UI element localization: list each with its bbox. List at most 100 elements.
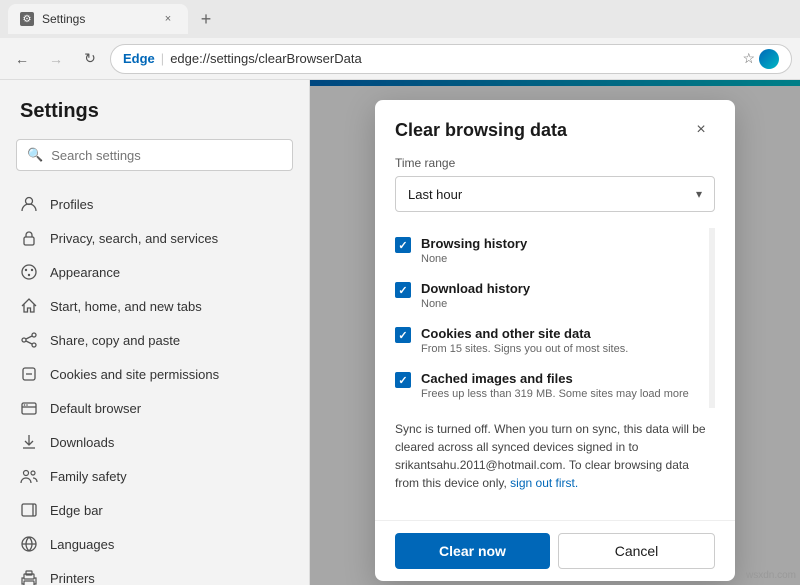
cookies-sub: From 15 sites. Signs you out of most sit… xyxy=(421,343,703,355)
modal-close-button[interactable]: × xyxy=(687,116,715,144)
cached-sub: Frees up less than 319 MB. Some sites ma… xyxy=(421,388,703,400)
download-history-item: ✓ Download history None xyxy=(395,273,703,318)
star-icon[interactable]: ☆ xyxy=(742,50,755,67)
refresh-button[interactable]: ↻ xyxy=(76,45,104,73)
palette-icon xyxy=(20,263,38,281)
address-text: edge://settings/clearBrowserData xyxy=(170,51,736,66)
checkbox-scroll-area: ✓ Browsing history None ✓ xyxy=(395,228,715,408)
address-bar[interactable]: Edge | edge://settings/clearBrowserData … xyxy=(110,44,792,74)
settings-tab[interactable]: ⚙ Settings × xyxy=(8,4,188,34)
search-input[interactable] xyxy=(51,148,282,163)
tab-close-button[interactable]: × xyxy=(160,11,176,27)
cookies-item: ✓ Cookies and other site data From 15 si… xyxy=(395,318,703,363)
tab-title: Settings xyxy=(42,12,152,26)
sidebar-item-label-browser: Default browser xyxy=(50,401,289,416)
lock-icon xyxy=(20,229,38,247)
browser-chrome: ⚙ Settings × + ← → ↻ Edge | edge://setti… xyxy=(0,0,800,80)
cached-item: ✓ Cached images and files Frees up less … xyxy=(395,363,703,408)
cached-checkbox[interactable]: ✓ xyxy=(395,372,411,388)
download-icon xyxy=(20,433,38,451)
clear-browsing-data-modal: Clear browsing data × Time range Last ho… xyxy=(375,100,735,581)
sidebar: Settings 🔍 Profiles Privacy, search, and… xyxy=(0,80,310,585)
sidebar-item-start-home[interactable]: Start, home, and new tabs xyxy=(0,289,309,323)
sidebar-item-label-appearance: Appearance xyxy=(50,265,289,280)
download-history-sub: None xyxy=(421,298,703,310)
address-right-icons: ☆ xyxy=(742,49,779,69)
download-history-checkbox[interactable]: ✓ xyxy=(395,282,411,298)
cookies-content: Cookies and other site data From 15 site… xyxy=(421,326,703,355)
edge-icon xyxy=(759,49,779,69)
checkmark-icon: ✓ xyxy=(398,239,407,252)
edge-brand-icon: Edge xyxy=(123,51,155,66)
cached-label: Cached images and files xyxy=(421,371,703,386)
modal-body: Time range Last hour ▾ ✓ xyxy=(375,156,735,520)
cancel-button[interactable]: Cancel xyxy=(558,533,715,569)
sidebar-item-label-family: Family safety xyxy=(50,469,289,484)
sidebar-item-label-printers: Printers xyxy=(50,571,289,585)
watermark: wsxdn.com xyxy=(746,570,796,581)
sidebar-title: Settings xyxy=(0,100,309,139)
sidebar-item-label-cookies: Cookies and site permissions xyxy=(50,367,289,382)
chevron-down-icon: ▾ xyxy=(696,187,702,201)
cached-content: Cached images and files Frees up less th… xyxy=(421,371,703,400)
browsing-history-item: ✓ Browsing history None xyxy=(395,228,703,273)
sync-note: Sync is turned off. When you turn on syn… xyxy=(395,420,715,492)
share-icon xyxy=(20,331,38,349)
download-history-label: Download history xyxy=(421,281,703,296)
download-history-content: Download history None xyxy=(421,281,703,310)
modal-overlay: Clear browsing data × Time range Last ho… xyxy=(310,80,800,585)
sidebar-item-languages[interactable]: Languages xyxy=(0,527,309,561)
tab-bar: ⚙ Settings × + xyxy=(0,0,800,38)
content-area: Clear browsing data × Time range Last ho… xyxy=(310,80,800,585)
browser-icon xyxy=(20,399,38,417)
cookies-label: Cookies and other site data xyxy=(421,326,703,341)
sidebar-item-label-edgebar: Edge bar xyxy=(50,503,289,518)
sidebar-item-label-downloads: Downloads xyxy=(50,435,289,450)
languages-icon xyxy=(20,535,38,553)
printer-icon xyxy=(20,569,38,585)
sidebar-item-printers[interactable]: Printers xyxy=(0,561,309,585)
new-tab-button[interactable]: + xyxy=(192,5,220,33)
sidebar-item-downloads[interactable]: Downloads xyxy=(0,425,309,459)
browsing-history-sub: None xyxy=(421,253,703,265)
edgebar-icon xyxy=(20,501,38,519)
sidebar-item-edgebar[interactable]: Edge bar xyxy=(0,493,309,527)
sign-out-link[interactable]: sign out first. xyxy=(510,476,578,490)
sidebar-item-label-start: Start, home, and new tabs xyxy=(50,299,289,314)
sidebar-item-appearance[interactable]: Appearance xyxy=(0,255,309,289)
time-range-dropdown[interactable]: Last hour ▾ xyxy=(395,176,715,212)
address-separator: | xyxy=(161,51,164,66)
cookie-icon xyxy=(20,365,38,383)
back-button[interactable]: ← xyxy=(8,45,36,73)
modal-title: Clear browsing data xyxy=(395,120,567,141)
sidebar-item-family[interactable]: Family safety xyxy=(0,459,309,493)
time-range-label: Time range xyxy=(395,156,715,170)
sidebar-item-share[interactable]: Share, copy and paste xyxy=(0,323,309,357)
nav-bar: ← → ↻ Edge | edge://settings/clearBrowse… xyxy=(0,38,800,80)
cookies-checkbox[interactable]: ✓ xyxy=(395,327,411,343)
search-icon: 🔍 xyxy=(27,147,43,163)
profile-icon xyxy=(20,195,38,213)
checkmark-icon: ✓ xyxy=(398,284,407,297)
modal-header: Clear browsing data × xyxy=(375,100,735,156)
forward-button[interactable]: → xyxy=(42,45,70,73)
sidebar-item-profiles[interactable]: Profiles xyxy=(0,187,309,221)
time-range-value: Last hour xyxy=(408,187,462,202)
clear-now-button[interactable]: Clear now xyxy=(395,533,550,569)
sidebar-item-label-privacy: Privacy, search, and services xyxy=(50,231,289,246)
browsing-history-checkbox[interactable]: ✓ xyxy=(395,237,411,253)
tab-favicon-icon: ⚙ xyxy=(20,12,34,26)
browsing-history-content: Browsing history None xyxy=(421,236,703,265)
search-box[interactable]: 🔍 xyxy=(16,139,293,171)
sidebar-item-label-profiles: Profiles xyxy=(50,197,289,212)
home-icon xyxy=(20,297,38,315)
checkmark-icon: ✓ xyxy=(398,374,407,387)
browsing-history-label: Browsing history xyxy=(421,236,703,251)
main-content: Settings 🔍 Profiles Privacy, search, and… xyxy=(0,80,800,585)
sidebar-item-cookies[interactable]: Cookies and site permissions xyxy=(0,357,309,391)
sidebar-item-privacy[interactable]: Privacy, search, and services xyxy=(0,221,309,255)
sidebar-item-default-browser[interactable]: Default browser xyxy=(0,391,309,425)
checkmark-icon: ✓ xyxy=(398,329,407,342)
modal-footer: Clear now Cancel xyxy=(375,520,735,581)
sidebar-item-label-languages: Languages xyxy=(50,537,289,552)
